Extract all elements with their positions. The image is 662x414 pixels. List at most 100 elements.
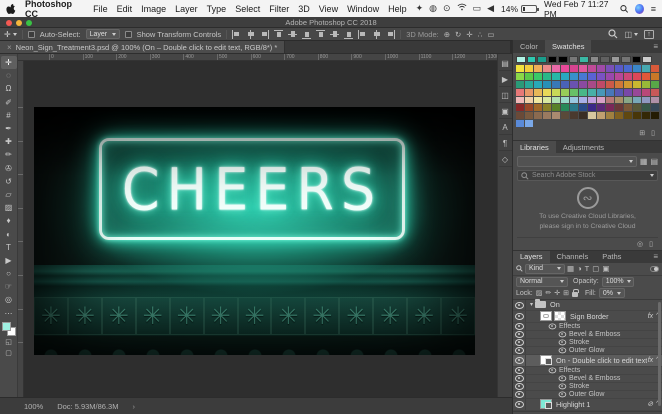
swatch[interactable] xyxy=(534,65,542,72)
layer-row[interactable]: On - Double click to edit textfx^ xyxy=(513,355,662,367)
swatch[interactable] xyxy=(615,89,623,96)
screen-mode-icon[interactable]: ▢ xyxy=(5,349,12,357)
swatch[interactable] xyxy=(570,104,578,111)
align-vcenter-icon[interactable] xyxy=(288,30,297,39)
swatch[interactable] xyxy=(525,120,533,127)
swatch[interactable] xyxy=(543,73,551,80)
menu-type[interactable]: Type xyxy=(207,4,227,14)
history-panel-icon[interactable]: ▤ xyxy=(499,57,512,71)
swatch[interactable] xyxy=(588,104,596,111)
delete-library-icon[interactable]: ▯ xyxy=(649,240,653,248)
swatch[interactable] xyxy=(588,65,596,72)
align-right-icon[interactable] xyxy=(260,30,269,39)
swatch[interactable] xyxy=(525,81,533,88)
swatch[interactable] xyxy=(642,81,650,88)
swatch[interactable] xyxy=(552,73,560,80)
swatch[interactable] xyxy=(525,73,533,80)
swatch[interactable] xyxy=(579,73,587,80)
swatch[interactable] xyxy=(588,112,596,119)
swatch[interactable] xyxy=(552,81,560,88)
swatch[interactable] xyxy=(570,65,578,72)
visibility-toggle[interactable] xyxy=(513,355,526,366)
swatch[interactable] xyxy=(615,104,623,111)
swatch[interactable] xyxy=(642,56,652,63)
swatch[interactable] xyxy=(624,112,632,119)
swatch[interactable] xyxy=(525,97,533,104)
swatch[interactable] xyxy=(651,112,659,119)
layer-row[interactable]: Sign Borderfx^ xyxy=(513,311,662,323)
spotlight-icon[interactable] xyxy=(620,4,629,14)
paragraph-panel-icon[interactable]: ¶ xyxy=(499,137,512,151)
swatch[interactable] xyxy=(525,89,533,96)
panel-menu-icon[interactable]: ≡ xyxy=(653,252,662,261)
swatch[interactable] xyxy=(588,73,596,80)
swatch[interactable] xyxy=(651,81,659,88)
close-tab-icon[interactable]: × xyxy=(7,43,12,52)
swatch[interactable] xyxy=(527,56,537,63)
edit-toolbar[interactable]: ⋯ xyxy=(1,307,17,320)
quick-mask-icon[interactable]: ◱ xyxy=(5,338,12,346)
swatch[interactable] xyxy=(597,104,605,111)
adobe-stock-search[interactable]: Search Adobe Stock xyxy=(517,170,658,181)
eye-icon[interactable] xyxy=(549,324,556,329)
lasso-tool[interactable]: Ω xyxy=(1,82,17,95)
grid-view-icon[interactable]: ▦ xyxy=(640,157,648,166)
tab-layers[interactable]: Layers xyxy=(513,251,550,263)
apple-menu[interactable] xyxy=(6,3,16,15)
layer-style-badge[interactable]: ⊘ xyxy=(647,400,653,408)
swatch[interactable] xyxy=(624,81,632,88)
swatch[interactable] xyxy=(651,73,659,80)
swatch[interactable] xyxy=(561,104,569,111)
effect-label[interactable]: Effects xyxy=(559,367,580,374)
layer-thumbnail[interactable] xyxy=(540,355,552,365)
3d-roll-icon[interactable]: ↻ xyxy=(455,30,461,39)
menu-clock[interactable]: Wed Feb 7 11:27 PM xyxy=(544,0,613,19)
visibility-toggle[interactable] xyxy=(513,323,526,330)
swatch[interactable] xyxy=(632,56,642,63)
swatch[interactable] xyxy=(570,112,578,119)
swatch[interactable] xyxy=(597,89,605,96)
swatch[interactable] xyxy=(516,73,524,80)
align-left-icon[interactable] xyxy=(232,30,241,39)
swatch[interactable] xyxy=(651,89,659,96)
move-tool[interactable]: ✛ xyxy=(1,56,17,69)
swatch[interactable] xyxy=(606,112,614,119)
swatch[interactable] xyxy=(543,65,551,72)
clone-source-panel-icon[interactable]: ▣ xyxy=(499,105,512,119)
eye-icon[interactable] xyxy=(559,332,566,337)
effect-row[interactable]: Outer Glow xyxy=(513,347,662,355)
search-icon[interactable] xyxy=(608,29,618,39)
swatch[interactable] xyxy=(543,112,551,119)
app-menu[interactable]: Photoshop CC xyxy=(25,0,84,19)
swatch[interactable] xyxy=(590,56,600,63)
filter-pixel-icon[interactable]: ▦ xyxy=(567,264,574,273)
menu-help[interactable]: Help xyxy=(388,4,407,14)
align-bottom-icon[interactable] xyxy=(302,30,311,39)
effect-row[interactable]: Outer Glow xyxy=(513,391,662,399)
swatch[interactable] xyxy=(570,81,578,88)
auto-select-checkbox[interactable] xyxy=(28,31,35,38)
effect-row[interactable]: Effects xyxy=(513,323,662,331)
swatch[interactable] xyxy=(534,81,542,88)
lock-pixels-icon[interactable]: ✏ xyxy=(545,289,551,297)
swatch[interactable] xyxy=(579,104,587,111)
layer-group-row[interactable]: ▾On xyxy=(513,300,662,311)
swatch[interactable] xyxy=(561,81,569,88)
swatch[interactable] xyxy=(569,56,579,63)
effect-label[interactable]: Outer Glow xyxy=(569,391,604,398)
swatch[interactable] xyxy=(552,65,560,72)
swatch[interactable] xyxy=(633,73,641,80)
time-machine-icon[interactable]: ⊙ xyxy=(443,3,451,14)
3d-camera-icon[interactable]: ▭ xyxy=(487,30,494,39)
hand-tool[interactable]: ☞ xyxy=(1,280,17,293)
menu-layer[interactable]: Layer xyxy=(175,4,198,14)
swatch[interactable] xyxy=(552,112,560,119)
swatch[interactable] xyxy=(534,73,542,80)
visibility-toggle[interactable] xyxy=(513,367,526,374)
swatch[interactable] xyxy=(606,97,614,104)
zoom-window-button[interactable] xyxy=(26,20,32,26)
swatch[interactable] xyxy=(651,97,659,104)
swatch[interactable] xyxy=(642,89,650,96)
swatch[interactable] xyxy=(597,81,605,88)
dist-top-icon[interactable] xyxy=(316,30,325,39)
